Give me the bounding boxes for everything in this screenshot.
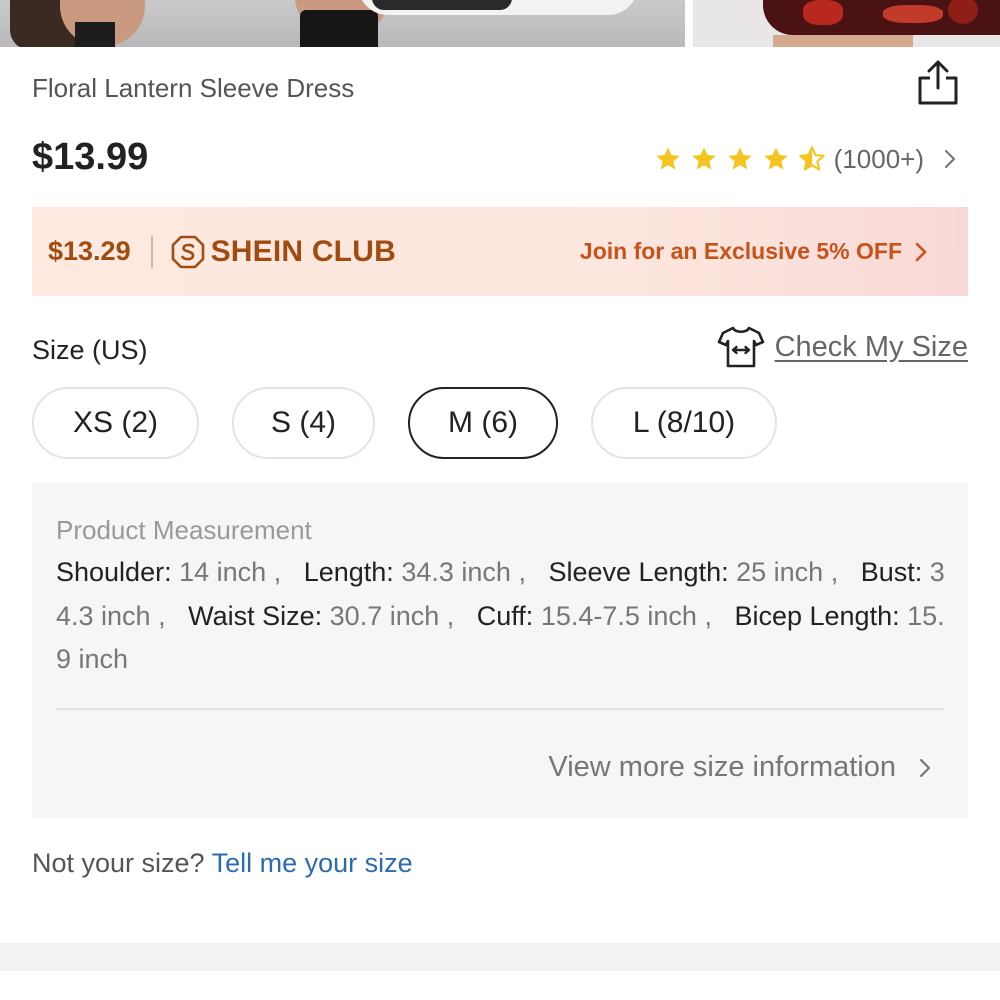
measurement-value: 14 inch [179,557,267,587]
tell-me-your-size-link[interactable]: Tell me your size [212,848,413,878]
product-measurement-panel: Product Measurement Shoulder: 14 inch , … [32,483,968,818]
measurement-label: Shoulder: [56,557,172,587]
image-shape [773,35,913,47]
measurement-label: Bust: [860,557,923,587]
chevron-right-icon [915,242,927,261]
image-shape [300,10,378,47]
section-divider [0,943,1000,971]
club-price: $13.29 [48,236,131,266]
fit-prompt: Not your size? Tell me your size [32,848,413,879]
product-image-secondary[interactable] [693,0,1000,47]
image-shape [803,0,843,25]
product-price: $13.99 [32,136,149,178]
star-icon [727,147,752,170]
rating-stars [654,145,826,173]
image-shape [883,5,943,23]
measurement-title: Product Measurement [56,515,312,545]
rating-count: (1000+) [833,143,924,174]
image-shape [75,22,115,47]
measurement-list: Shoulder: 14 inch , Length: 34.3 inch , … [56,557,945,674]
size-option-xs[interactable]: XS (2) [32,387,199,459]
star-icon [763,147,788,170]
measurement-value: 30.7 inch [329,600,440,631]
size-option-m[interactable]: M (6) [408,387,558,459]
view-more-label: View more size information [548,751,896,783]
shein-club-banner[interactable]: $13.29 SHEIN CLUB Join for an Exclusive … [32,207,968,296]
measurement-value: 34.3 inch [401,557,511,587]
product-image-gallery[interactable] [0,0,1000,48]
size-option-s[interactable]: S (4) [232,387,375,459]
measurement-value: 25 inch [736,557,824,587]
share-icon[interactable] [917,58,959,106]
star-icon [691,147,716,170]
measurement-label: Cuff: [476,600,534,631]
view-more-size-info-link[interactable]: View more size information [548,751,932,784]
measurement-label: Waist Size: [188,600,323,631]
star-icon [655,147,680,170]
chevron-right-icon [919,758,931,777]
club-name: SHEIN CLUB [210,234,396,268]
measurement-value: 15.4-7.5 inch [540,600,697,631]
size-option-l[interactable]: L (8/10) [591,387,777,459]
club-join-link[interactable]: Join for an Exclusive 5% OFF [580,238,928,265]
check-my-size-label: Check My Size [774,330,968,363]
fit-prompt-text: Not your size? [32,848,205,878]
divider [150,235,153,268]
shein-club-logo-icon [171,235,204,268]
chevron-right-icon [944,149,956,169]
rating-summary[interactable]: (1000+) [654,142,958,176]
image-shape [372,0,512,10]
product-title: Floral Lantern Sleeve Dress [32,73,355,103]
half-star-icon [798,146,825,171]
shirt-measure-icon [717,326,764,368]
product-image-main[interactable] [0,0,685,47]
check-my-size-link[interactable]: Check My Size [717,324,968,370]
measurement-label: Sleeve Length: [548,557,729,587]
measurement-label: Length: [303,557,394,587]
divider [56,708,944,710]
size-section-label: Size (US) [32,335,148,365]
measurement-label: Bicep Length: [734,600,900,631]
club-cta-label: Join for an Exclusive 5% OFF [579,238,902,264]
